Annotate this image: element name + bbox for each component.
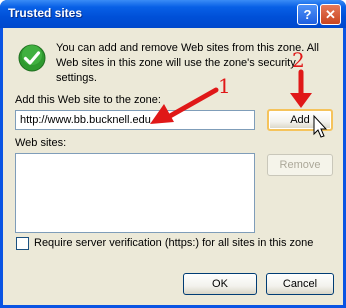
remove-button[interactable]: Remove bbox=[267, 154, 333, 176]
web-sites-label: Web sites: bbox=[15, 137, 67, 149]
close-icon: ✕ bbox=[325, 6, 336, 22]
check-circle-icon bbox=[18, 44, 46, 72]
ok-button[interactable]: OK bbox=[183, 273, 257, 295]
add-button[interactable]: Add bbox=[267, 109, 333, 131]
annotation-step-1: 1 bbox=[218, 74, 231, 98]
dialog-title: Trusted sites bbox=[8, 6, 83, 20]
help-icon: ? bbox=[303, 7, 312, 22]
help-button[interactable]: ? bbox=[297, 4, 318, 25]
cancel-button[interactable]: Cancel bbox=[266, 273, 334, 295]
web-sites-list[interactable] bbox=[15, 153, 255, 233]
https-verification-checkbox[interactable] bbox=[16, 237, 29, 250]
url-input[interactable]: http://www.bb.bucknell.edu bbox=[15, 110, 255, 130]
trusted-sites-dialog: Trusted sites ? ✕ You can add and remove… bbox=[0, 0, 346, 308]
title-bar[interactable]: Trusted sites ? ✕ bbox=[0, 0, 346, 28]
add-site-label: Add this Web site to the zone: bbox=[15, 94, 161, 106]
https-verification-label: Require server verification (https:) for… bbox=[34, 237, 314, 249]
annotation-step-2: 2 bbox=[292, 48, 305, 72]
close-button[interactable]: ✕ bbox=[320, 4, 341, 25]
